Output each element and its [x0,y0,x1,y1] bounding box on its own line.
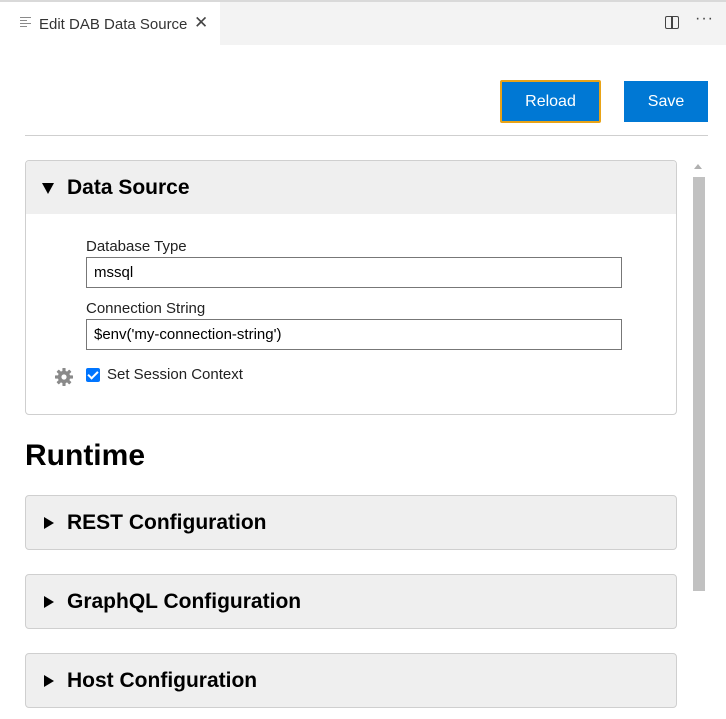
graphql-configuration-title[interactable]: GraphQL Configuration [67,590,301,614]
reload-button[interactable]: Reload [500,80,601,123]
session-context-checkbox[interactable] [86,368,100,382]
scrollbar-thumb[interactable] [693,177,705,591]
file-lines-icon [20,17,31,29]
graphql-configuration-panel[interactable]: GraphQL Configuration [25,574,677,629]
scroll-up-arrow[interactable] [694,164,702,169]
tab-title[interactable]: Edit DAB Data Source [39,16,187,33]
toolbar-divider [25,135,708,136]
caret-down-icon[interactable] [42,183,54,194]
gear-icon[interactable] [54,367,74,387]
connection-string-input[interactable] [86,319,622,350]
rest-configuration-title[interactable]: REST Configuration [67,511,266,535]
runtime-heading: Runtime [25,439,145,472]
caret-right-icon[interactable] [44,517,54,529]
data-source-title[interactable]: Data Source [67,176,190,200]
close-icon[interactable]: ✕ [194,13,208,33]
editor-tab-bar: Edit DAB Data Source ✕ ··· [0,2,726,45]
split-editor-icon[interactable] [665,16,679,29]
rest-configuration-panel[interactable]: REST Configuration [25,495,677,550]
caret-right-icon[interactable] [44,675,54,687]
session-context-label[interactable]: Set Session Context [107,366,243,383]
more-actions-icon[interactable]: ··· [695,10,714,28]
database-type-label: Database Type [86,238,187,255]
data-source-panel: Data Source Database Type Connection Str… [25,160,677,415]
connection-string-label: Connection String [86,300,206,317]
data-source-header[interactable]: Data Source [26,161,676,214]
save-button[interactable]: Save [624,81,708,122]
database-type-input[interactable] [86,257,622,288]
host-configuration-title[interactable]: Host Configuration [67,669,257,693]
host-configuration-panel[interactable]: Host Configuration [25,653,677,708]
editor-tab[interactable]: Edit DAB Data Source ✕ [0,2,220,45]
caret-right-icon[interactable] [44,596,54,608]
